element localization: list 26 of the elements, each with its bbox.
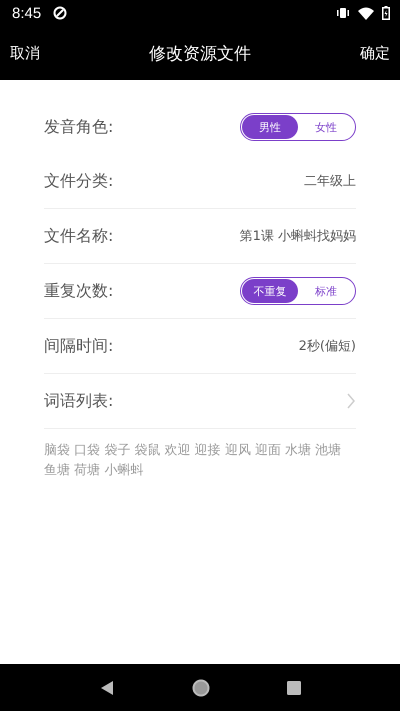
- word-list-line: 鱼塘 荷塘 小蝌蚪: [44, 462, 144, 480]
- field-label: 文件分类:: [44, 170, 114, 192]
- field-value: 2秒(偏短): [298, 338, 356, 355]
- segment-option[interactable]: 男性: [242, 115, 298, 139]
- wifi-icon: [358, 6, 374, 20]
- status-time: 8:45: [12, 4, 42, 22]
- field-value: 二年级上: [304, 173, 356, 190]
- page-title: 修改资源文件: [149, 42, 251, 64]
- confirm-button[interactable]: 确定: [360, 44, 390, 62]
- home-icon[interactable]: [192, 678, 210, 696]
- field-label: 词语列表:: [44, 390, 114, 412]
- do-not-disturb-icon: [53, 6, 68, 20]
- segment-option[interactable]: 女性: [298, 115, 354, 139]
- field-label: 重复次数:: [44, 280, 114, 302]
- vibrate-icon: [336, 7, 350, 19]
- back-icon[interactable]: [98, 680, 115, 696]
- segment-option[interactable]: 不重复: [242, 279, 298, 303]
- field-label: 文件名称:: [44, 226, 114, 246]
- field-label: 发音角色:: [44, 116, 114, 138]
- segment-option[interactable]: 标准: [298, 279, 354, 303]
- field-value: 第1课 小蝌蚪找妈妈: [240, 228, 356, 245]
- word-list-line: 脑袋 口袋 袋子 袋鼠 欢迎 迎接 迎风 迎面 水塘 池塘: [44, 442, 342, 460]
- recents-icon[interactable]: [287, 680, 302, 694]
- field-label: 间隔时间:: [44, 336, 114, 356]
- battery-icon: [382, 6, 390, 20]
- cancel-button[interactable]: 取消: [10, 44, 40, 62]
